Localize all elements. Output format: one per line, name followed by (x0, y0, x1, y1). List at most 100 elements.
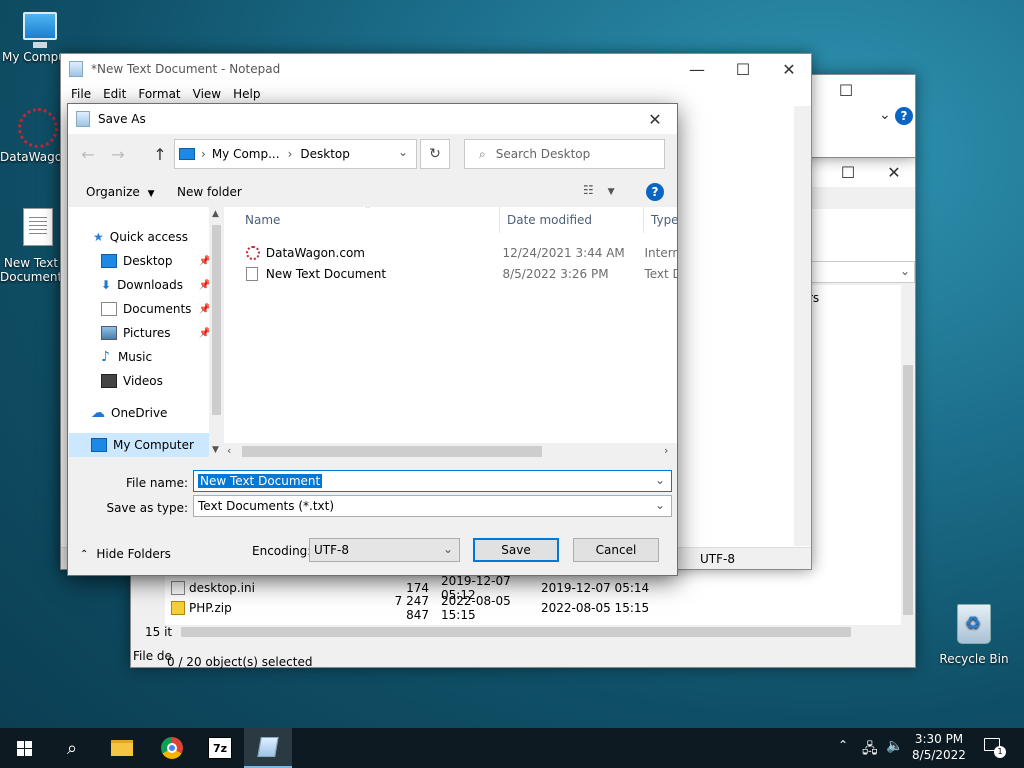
menu-format[interactable]: Format (132, 87, 186, 101)
taskbar-file-explorer[interactable] (98, 728, 146, 768)
help-button[interactable]: ? (646, 183, 664, 201)
encoding-select[interactable]: UTF-8 ⌄ (309, 538, 460, 562)
chevron-up-icon: ⌃ (80, 548, 89, 560)
taskbar-notepad[interactable] (244, 728, 292, 768)
nav-my-computer[interactable]: My Computer (69, 433, 209, 457)
chevron-down-icon[interactable]: ⌄ (398, 145, 408, 159)
menu-edit[interactable]: Edit (97, 87, 132, 101)
window-title: *New Text Document - Notepad (91, 62, 281, 76)
scroll-thumb[interactable] (242, 446, 542, 457)
search-icon: ⌕ (479, 146, 486, 161)
nav-vscrollbar[interactable]: ▲ ▼ (209, 207, 224, 457)
navigation-pane: ★ Quick access Desktop 📌 ⬇ Downloads 📌 D… (69, 207, 224, 457)
nav-videos[interactable]: Videos (101, 369, 224, 393)
nav-label: Desktop (123, 254, 173, 268)
breadcrumb-separator-icon: › (287, 147, 293, 161)
file-icon (171, 580, 185, 595)
explorer-window-middle: ☐ ⌄ ? (800, 74, 916, 158)
hide-folders-button[interactable]: ⌃ Hide Folders (80, 547, 171, 561)
cancel-button[interactable]: Cancel (573, 538, 659, 562)
taskbar-chrome[interactable] (148, 728, 196, 768)
save-type-value: Text Documents (*.txt) (198, 499, 335, 513)
address-bar[interactable]: › My Comp... › Desktop ⌄ (174, 139, 417, 169)
desktop-icon-label: Recycle Bin (939, 652, 1009, 666)
column-header-name[interactable]: Name (238, 207, 500, 233)
view-list-icon: ☷ (583, 183, 594, 197)
explorer-vscrollbar[interactable] (901, 285, 915, 631)
file-row-datawagon[interactable]: DataWagon.com 12/24/2021 3:44 AM Intern (224, 242, 677, 263)
new-folder-button[interactable]: New folder (177, 185, 242, 199)
menu-help[interactable]: Help (227, 87, 266, 101)
maximize-button[interactable]: ☐ (825, 157, 871, 187)
notification-center-button[interactable]: 1 (984, 738, 1006, 758)
nav-quick-access[interactable]: ★ Quick access (93, 225, 224, 249)
nav-desktop[interactable]: Desktop 📌 (101, 249, 224, 273)
notepad-vscrollbar[interactable] (794, 106, 811, 546)
desktop-icon (101, 254, 117, 268)
selection-status: 0 / 20 object(s) selected (167, 655, 313, 669)
nav-label: Documents (123, 302, 192, 316)
network-icon[interactable]: 🖧 (862, 738, 878, 762)
help-icon[interactable]: ? (895, 107, 913, 125)
file-name-input[interactable]: New Text Document ⌄ (193, 470, 672, 492)
up-button[interactable]: ↑ (148, 142, 172, 166)
nav-documents[interactable]: Documents 📌 (101, 297, 224, 321)
breadcrumb-my-computer[interactable]: My Comp... (212, 147, 280, 161)
column-label: Type (651, 213, 677, 227)
close-button[interactable]: ✕ (766, 54, 812, 84)
view-options-button[interactable]: ☷ ▼ (583, 183, 615, 197)
table-row[interactable]: PHP.zip 7 247 847 2022-08-05 15:15 2022-… (165, 594, 901, 622)
breadcrumb-separator-icon: › (201, 147, 206, 161)
taskbar-7zip[interactable]: 7z (196, 728, 244, 768)
explorer-hscrollbar[interactable] (165, 625, 901, 639)
search-icon: ⌕ (66, 737, 78, 759)
scroll-thumb[interactable] (212, 225, 221, 415)
save-type-label: Save as type: (106, 501, 188, 515)
back-button[interactable]: ← (76, 142, 100, 166)
clock[interactable]: 3:30 PM 8/5/2022 (906, 731, 972, 763)
notepad-icon (76, 111, 90, 127)
file-hscrollbar[interactable]: ‹ › (224, 443, 677, 457)
close-button[interactable]: ✕ (871, 157, 917, 187)
nav-onedrive[interactable]: ☁ OneDrive (91, 401, 224, 425)
desktop-icon-recycle-bin[interactable]: Recycle Bin (936, 604, 1012, 666)
clock-date: 8/5/2022 (912, 748, 966, 762)
menu-view[interactable]: View (187, 87, 227, 101)
chevron-down-icon[interactable]: ⌄ (879, 107, 891, 123)
encoding-label: Encoding: (252, 544, 312, 558)
column-label: Date modified (507, 213, 593, 227)
nav-pictures[interactable]: Pictures 📌 (101, 321, 224, 345)
organize-button[interactable]: Organize ▼ (86, 185, 155, 199)
scroll-thumb[interactable] (181, 627, 851, 637)
file-row-new-text-document[interactable]: New Text Document 8/5/2022 3:26 PM Text … (224, 263, 677, 284)
minimize-button[interactable]: — (674, 54, 720, 84)
save-button[interactable]: Save (473, 538, 559, 562)
show-hidden-icons-button[interactable]: ⌃ (838, 738, 848, 752)
search-placeholder: Search Desktop (495, 147, 591, 161)
nav-label: Quick access (109, 230, 188, 244)
breadcrumb-desktop[interactable]: Desktop (300, 147, 350, 161)
refresh-button[interactable]: ↻ (420, 139, 450, 169)
notepad-icon (257, 737, 279, 757)
close-button[interactable]: ✕ (632, 104, 678, 134)
search-button[interactable]: ⌕ (48, 728, 96, 768)
file-size: 174 (406, 580, 429, 595)
column-header-date[interactable]: Date modified (500, 207, 644, 233)
nav-music[interactable]: ♪ Music (101, 345, 224, 369)
save-type-select[interactable]: Text Documents (*.txt) ⌄ (193, 495, 672, 517)
nav-downloads[interactable]: ⬇ Downloads 📌 (101, 273, 224, 297)
scroll-thumb[interactable] (903, 365, 913, 615)
maximize-button[interactable]: ☐ (823, 75, 869, 105)
explorer-address-dropdown[interactable]: ⌄ (811, 261, 915, 283)
maximize-button[interactable]: ☐ (720, 54, 766, 84)
volume-icon[interactable]: 🔈 (886, 738, 903, 754)
menu-file[interactable]: File (65, 87, 97, 101)
search-input[interactable]: ⌕ Search Desktop (464, 139, 665, 169)
chevron-down-icon[interactable]: ⌄ (655, 473, 665, 487)
column-header-type[interactable]: Type (644, 207, 677, 233)
start-button[interactable] (0, 728, 48, 768)
forward-button[interactable]: → (106, 142, 130, 166)
internet-shortcut-icon (246, 245, 260, 260)
documents-icon (101, 302, 117, 316)
computer-icon (91, 438, 107, 452)
